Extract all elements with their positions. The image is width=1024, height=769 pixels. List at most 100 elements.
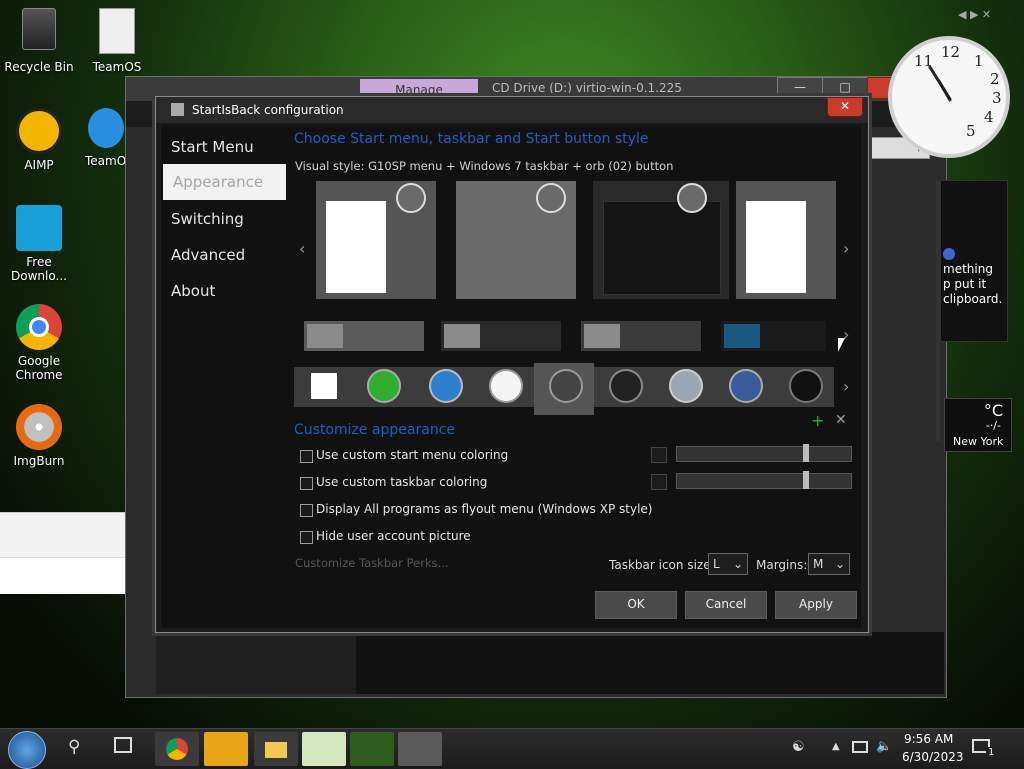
style-next-arrow[interactable]: ›	[843, 239, 849, 258]
start-menu-style-4[interactable]	[736, 181, 836, 299]
start-menu-opacity-slider[interactable]	[676, 446, 852, 462]
desktop-icon-teamo[interactable]: TeamO	[70, 108, 130, 168]
user-avatar-icon	[677, 183, 707, 213]
taskbar-icon-size-label: Taskbar icon size:	[609, 558, 715, 572]
hide-account-picture-checkbox[interactable]	[300, 531, 313, 544]
mouse-cursor-icon	[838, 338, 845, 352]
aimp-icon	[16, 108, 62, 154]
taskbar-style-3[interactable]	[581, 321, 701, 351]
taskbar-opacity-slider[interactable]	[676, 473, 852, 489]
recycle-bin-icon	[22, 8, 56, 50]
search-icon[interactable]: ⚲	[68, 737, 80, 757]
network-icon[interactable]	[852, 741, 868, 753]
taskbar: ⚲ ☯ ▲ 🔈 9:56 AM 6/30/2023 1	[0, 728, 1024, 769]
taskbar-style-4[interactable]	[721, 321, 826, 351]
desktop-icon-imgburn[interactable]: ImgBurn	[3, 404, 75, 468]
chevron-down-icon: ⌄	[732, 557, 743, 571]
add-icon[interactable]: +	[811, 411, 824, 430]
ok-button[interactable]: OK	[595, 591, 677, 619]
nav-about[interactable]: About	[161, 273, 285, 309]
margins-label: Margins:	[756, 558, 808, 572]
taskbar-icon-size-value: L	[713, 557, 720, 571]
start-menu-color-swatch[interactable]	[651, 447, 667, 463]
dialog-title: StartIsBack configuration	[192, 103, 344, 117]
custom-taskbar-coloring-checkbox[interactable]	[300, 477, 313, 490]
section-style-title: Choose Start menu, taskbar and Start but…	[294, 131, 649, 147]
explorer-title: CD Drive (D:) virtio-win-0.1.225	[492, 81, 682, 95]
style-prev-arrow[interactable]: ‹	[299, 239, 305, 258]
clock-gadget[interactable]: 12 1 2 3 4 5 11	[888, 36, 1010, 158]
margins-select[interactable]: M ⌄	[808, 553, 850, 575]
desktop-icon-recycle-bin[interactable]: Recycle Bin	[3, 8, 75, 74]
desktop-icon-aimp[interactable]: AIMP	[3, 108, 75, 172]
nav-advanced[interactable]: Advanced	[161, 237, 285, 273]
dialog-close-button[interactable]: ✕	[827, 97, 863, 117]
taskbar-startisback-icon[interactable]	[398, 732, 442, 766]
custom-start-menu-coloring-checkbox[interactable]	[300, 450, 313, 463]
desktop-icon-label: Recycle Bin	[4, 60, 74, 74]
people-icon[interactable]: ☯	[792, 739, 805, 755]
ie-icon	[88, 108, 124, 148]
taskbar-remote-icon[interactable]	[204, 732, 248, 766]
orb-glass-icon[interactable]	[669, 369, 703, 403]
weather-gadget[interactable]: °C -·/- New York	[944, 398, 1012, 452]
taskbar-style-2[interactable]	[441, 321, 561, 351]
desktop-icon-google-chrome[interactable]: Google Chrome	[3, 304, 75, 382]
desktop-icon-teamos[interactable]: TeamOS	[81, 8, 153, 74]
chrome-icon	[16, 304, 62, 350]
nav-switching[interactable]: Switching	[161, 201, 285, 237]
clock-date[interactable]: 6/30/2023	[902, 750, 964, 764]
nav-appearance[interactable]: Appearance	[163, 164, 286, 200]
orb-xp-icon[interactable]	[729, 369, 763, 403]
taskbar-icon-size-select[interactable]: L ⌄	[708, 553, 748, 575]
explorer-navpane	[156, 632, 356, 694]
weather-city: New York	[953, 435, 1004, 448]
remove-icon[interactable]: ✕	[835, 412, 847, 428]
gadget-nav-arrows[interactable]: ◀ ▶ ✕	[958, 8, 991, 21]
taskbar-style-1[interactable]	[304, 321, 424, 351]
app-icon	[171, 103, 184, 116]
apply-button[interactable]: Apply	[775, 591, 857, 619]
download-manager-icon	[16, 205, 62, 251]
explorer-side-text	[940, 180, 1008, 342]
orb-next-arrow[interactable]: ›	[843, 377, 849, 396]
margins-value: M	[813, 557, 824, 571]
desktop-icon-label: AIMP	[24, 158, 54, 172]
nav-start-menu[interactable]: Start Menu	[161, 129, 285, 165]
orb-white-icon[interactable]	[489, 369, 523, 403]
orb-windows7-icon[interactable]	[429, 369, 463, 403]
info-icon	[943, 248, 955, 260]
start-menu-style-2[interactable]	[456, 181, 576, 299]
tray-expand-icon[interactable]: ▲	[832, 741, 840, 752]
section-customize-title: Customize appearance	[294, 422, 455, 438]
orb-sphere-icon[interactable]	[789, 369, 823, 403]
orb-dark-icon[interactable]	[549, 369, 583, 403]
desktop-icon-label: TeamO	[85, 154, 127, 168]
taskbar-opacity-slider-thumb[interactable]	[803, 471, 809, 489]
flyout-menu-checkbox[interactable]	[300, 504, 313, 517]
orb-clover-icon[interactable]	[367, 369, 401, 403]
folder-icon	[265, 742, 287, 758]
start-menu-opacity-slider-thumb[interactable]	[803, 444, 809, 462]
task-view-icon[interactable]	[114, 737, 132, 753]
chevron-down-icon: ⌄	[834, 557, 845, 571]
taskbar-desktop-icon[interactable]	[350, 732, 394, 766]
taskbar-color-swatch[interactable]	[651, 474, 667, 490]
start-menu-style-1[interactable]	[316, 181, 436, 299]
hide-account-picture-label: Hide user account picture	[316, 529, 471, 543]
orb-windows-flat-icon[interactable]	[311, 373, 337, 399]
desktop-icon-label: Free Downlo...	[11, 255, 67, 283]
orb-black-icon[interactable]	[609, 369, 643, 403]
desktop-icon-label: Google Chrome	[15, 354, 63, 382]
start-menu-style-3[interactable]	[593, 181, 729, 299]
taskbar-app-icon[interactable]	[302, 732, 346, 766]
volume-muted-icon[interactable]: 🔈	[876, 739, 892, 754]
chrome-icon	[166, 738, 188, 760]
start-orb-icon[interactable]	[8, 731, 46, 769]
customize-taskbar-perks-link[interactable]: Customize Taskbar Perks...	[295, 556, 449, 570]
notification-count: 1	[986, 747, 997, 758]
clock-time[interactable]: 9:56 AM	[904, 732, 953, 746]
cancel-button[interactable]: Cancel	[685, 591, 767, 619]
desktop-icon-free-download[interactable]: Free Downlo...	[3, 205, 75, 283]
user-avatar-icon	[536, 183, 566, 213]
